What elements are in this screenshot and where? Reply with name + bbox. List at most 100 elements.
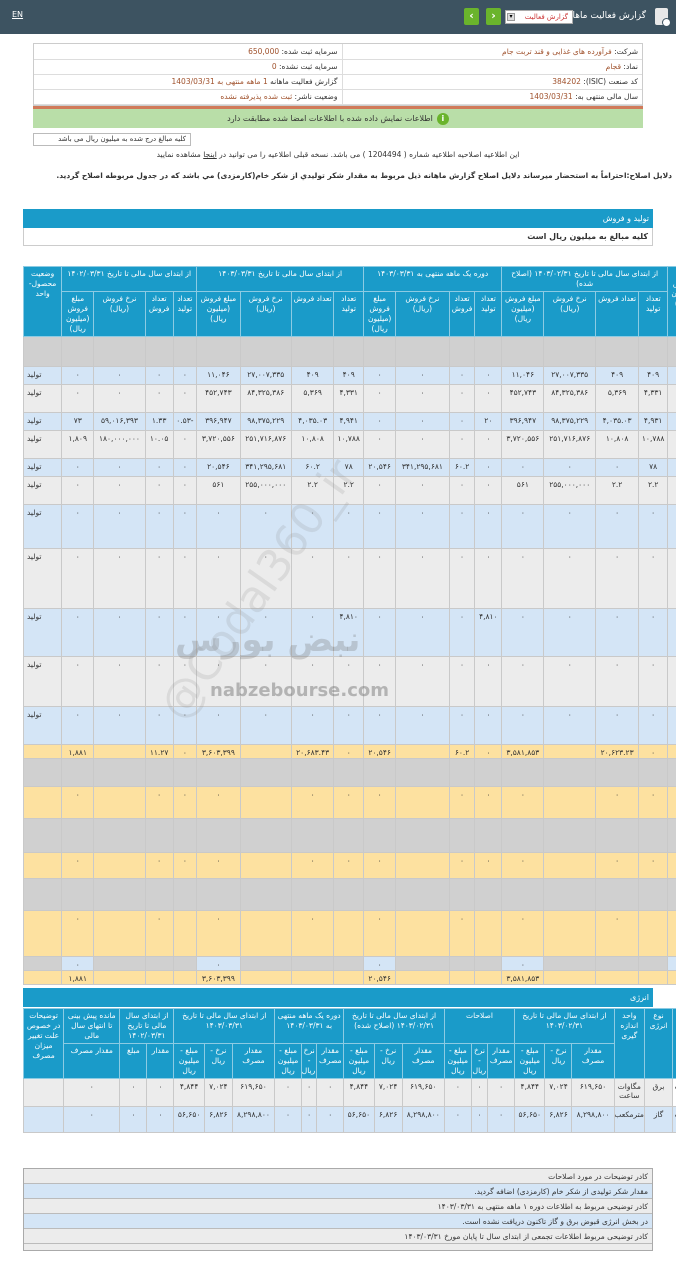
table-cell	[363, 878, 397, 911]
table-cell: ۱۰.۰۵	[144, 430, 174, 459]
table-cell: ۰	[667, 366, 676, 385]
table-cell: ۵,۳۶۹	[291, 384, 335, 413]
table-cell	[172, 910, 198, 957]
table-row: ۰۰۰۰۰۰۰۰۰۰۰۰۰۰۰۰۰تولید	[22, 548, 676, 609]
next-report-button[interactable]: ›	[486, 8, 501, 25]
table-row: ۰۰۰۰۰۰۰۰۰۰۰۰۰۰۰۰۰تولید	[22, 706, 676, 745]
table-cell	[448, 970, 476, 985]
energy-sub-header: مبلغ - میلیون ریال	[514, 1043, 546, 1079]
symbol-value: قجام	[605, 62, 622, 71]
table-row: ۰۴,۹۳۱۴,۰۳۵.۰۳۹۸,۳۷۵,۲۲۹۳۹۶,۹۴۷۲۰۰۰۰۴,۹۴…	[22, 412, 676, 431]
table-cell: ۱۰,۷۸۸	[638, 430, 669, 459]
table-cell: ۰	[363, 786, 397, 819]
table-cell: ۰	[667, 476, 676, 505]
table-cell	[594, 336, 640, 367]
table-cell: ۰	[667, 786, 676, 819]
table-cell: ۳,۶۰۳,۳۹۹	[196, 744, 241, 759]
energy-cell: ۴,۸۴۴	[514, 1078, 546, 1107]
correction-notice-text: این اطلاعیه اصلاحیه اطلاعیه شماره ( 1204…	[216, 150, 520, 159]
energy-cell: ۶,۸۲۶	[544, 1106, 573, 1133]
table-cell: ۰	[474, 384, 503, 413]
sub-header: تعداد تولید	[172, 291, 198, 337]
table-cell: ۳۹۶,۹۴۷	[196, 412, 241, 431]
energy-cell: ۶,۸۲۶	[203, 1106, 233, 1133]
table-cell	[196, 818, 241, 853]
energy-cell: ۰	[119, 1078, 148, 1107]
previous-version-link[interactable]: اینجا	[203, 150, 217, 159]
table-cell: ۵۶۱	[501, 476, 545, 505]
table-cell	[543, 744, 596, 759]
table-cell: ۰	[172, 744, 198, 759]
table-cell	[474, 956, 503, 971]
table-cell: ۰	[543, 458, 596, 477]
table-cell	[395, 852, 450, 879]
table-cell: ۰	[172, 458, 198, 477]
table-cell: ۰	[474, 548, 503, 609]
product-status-cell	[22, 956, 63, 971]
table-cell	[291, 336, 335, 367]
energy-group-4: دوره یک ماهه منتهی به ۱۴۰۳/۰۳/۳۱	[274, 1008, 345, 1044]
table-cell	[333, 818, 365, 853]
table-cell: ۰	[291, 656, 335, 707]
table-cell: ۰	[239, 706, 293, 745]
table-cell: ۰	[543, 608, 596, 657]
table-cell: ۰	[144, 852, 174, 879]
table-cell: ۰	[363, 706, 397, 745]
table-cell	[395, 910, 450, 957]
dropdown-arrow-icon: ▾	[507, 13, 515, 21]
product-status-cell	[22, 818, 63, 853]
table-cell: ۰	[93, 706, 146, 745]
group-header-2: دوره یک ماهه منتهی به ۱۴۰۳/۰۳/۳۱	[363, 266, 503, 292]
energy-row: سوختگازمترمکعب۸,۲۹۸,۸۰۰۶,۸۲۶۵۶,۶۵۰۰۰۰۸,۲…	[22, 1106, 676, 1133]
table-cell: ۰	[667, 970, 676, 985]
energy-cell: ۰	[301, 1106, 318, 1133]
table-cell: ۴۵۲,۷۴۳	[501, 384, 545, 413]
table-cell: ۰	[363, 384, 397, 413]
table-cell: ۸۴,۳۲۵,۳۸۶	[239, 384, 293, 413]
table-cell: ۰	[448, 656, 476, 707]
table-cell: ۰	[172, 706, 198, 745]
table-cell: ۰	[395, 608, 450, 657]
table-cell	[93, 818, 146, 853]
table-cell: ۰	[594, 852, 640, 879]
unit-note-box: کلیه مبالغ درج شده به میلیون ریال می باش…	[33, 133, 191, 146]
report-type-select[interactable]: گزارش فعالیت ▾	[505, 10, 573, 24]
table-cell	[291, 758, 335, 787]
table-cell: ۰	[333, 548, 365, 609]
table-cell: ۰	[395, 430, 450, 459]
energy-sub-header: مقدار مصرف	[231, 1043, 276, 1079]
table-cell: ۰	[395, 384, 450, 413]
table-cell: ۰	[363, 366, 397, 385]
registered-capital-value: 650,000	[248, 46, 280, 56]
energy-notes-header: توضیحات در خصوص علت تغییر میزان مصرف	[22, 1008, 65, 1079]
table-cell: ۴,۸۱۰	[474, 608, 503, 657]
energy-cell: ۸,۲۹۸,۸۰۰	[231, 1106, 276, 1133]
product-status-cell: تولید	[22, 656, 63, 707]
table-cell	[543, 910, 596, 957]
energy-group-3: از ابتدای سال مالی تا تاریخ ۱۴۰۳/۰۲/۳۱ (…	[343, 1008, 445, 1044]
table-cell	[501, 758, 545, 787]
product-status-cell	[22, 910, 63, 957]
previous-report-button[interactable]: ‹	[464, 8, 479, 25]
notes-box: کادر توضیحات در مورد اصلاحات مقدار شکر تو…	[23, 1168, 653, 1251]
table-cell	[333, 956, 365, 971]
table-cell: ۲۷,۰۰۷,۳۳۵	[543, 366, 596, 385]
table-cell: ۰	[61, 910, 95, 957]
table-cell	[667, 878, 676, 911]
table-cell: ۰	[667, 706, 676, 745]
energy-sub-header: مقدار مصرف	[571, 1043, 615, 1079]
table-row: ۰۷۸۰۰۰۰۶۰.۲۳۴۱,۲۹۵,۶۸۱۲۰,۵۴۶۷۸۶۰.۲۳۴۱,۲۹…	[22, 458, 676, 477]
product-status-cell	[22, 786, 63, 819]
language-toggle[interactable]: EN	[12, 10, 23, 19]
table-cell: ۰	[638, 706, 669, 745]
table-cell	[638, 878, 669, 911]
table-cell: ۰	[93, 656, 146, 707]
table-cell: ۰	[501, 504, 545, 549]
table-row: ۰۰۰۰۰۰۰۰۰۰۰۰۰	[22, 852, 676, 879]
energy-cell: ۰	[316, 1078, 345, 1107]
table-row	[22, 758, 676, 787]
table-cell: ۰	[448, 412, 476, 431]
table-cell: ۰	[395, 366, 450, 385]
product-status-cell: تولید	[22, 548, 63, 609]
table-cell: ۰	[667, 910, 676, 957]
